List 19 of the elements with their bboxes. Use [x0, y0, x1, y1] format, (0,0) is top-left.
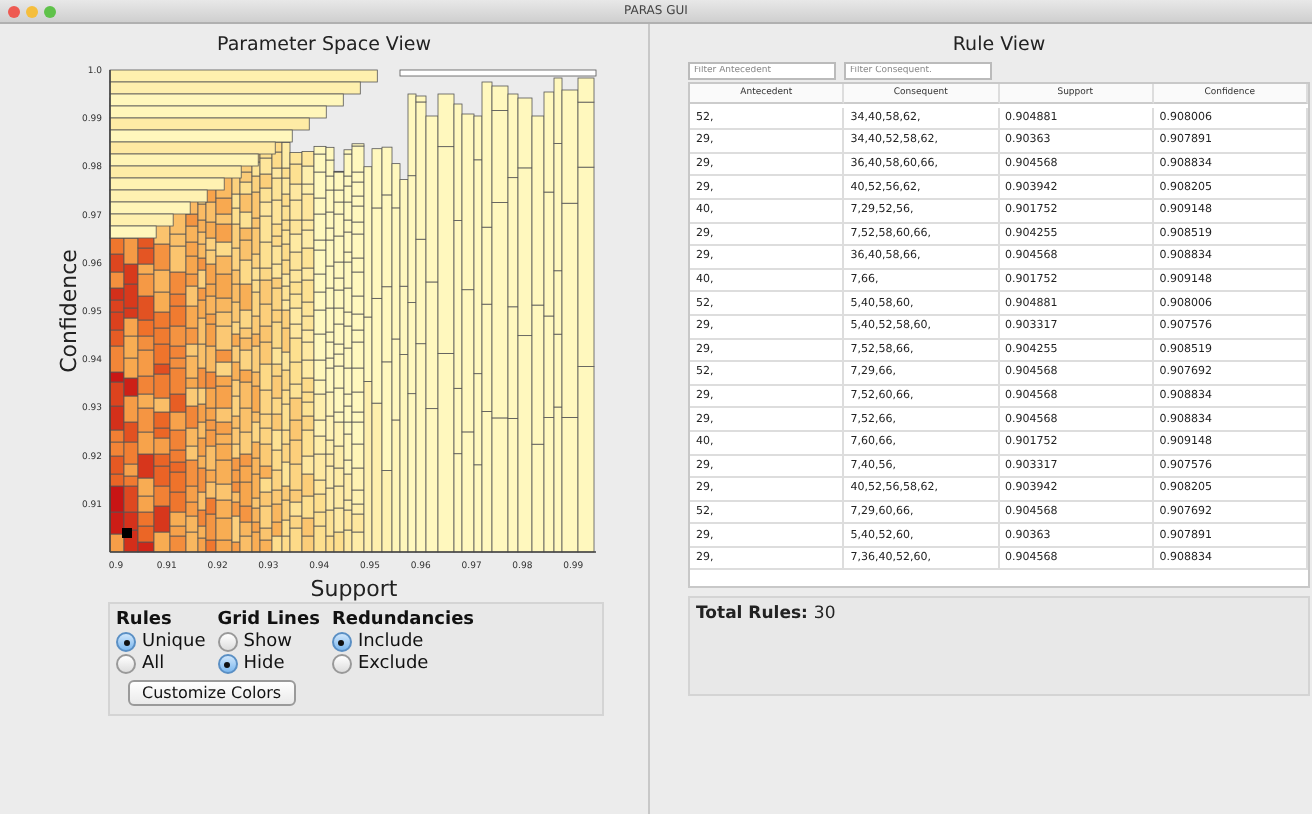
axis-label: Support: [310, 576, 398, 602]
radio-option[interactable]: Unique: [116, 632, 206, 652]
group-title: Redundancies: [331, 610, 475, 630]
zoom-button[interactable]: [44, 5, 56, 17]
radio-option[interactable]: Show: [217, 632, 320, 652]
radio-option[interactable]: Exclude: [331, 654, 475, 674]
close-button[interactable]: [8, 5, 20, 17]
group-title: Rules: [116, 610, 174, 630]
panel-title: Parameter Space View: [217, 34, 431, 56]
radio-option[interactable]: All: [116, 654, 206, 674]
panel-title: Rule View: [952, 34, 1046, 56]
customize-colors-button[interactable]: Customize Colors: [128, 680, 296, 706]
total-value: 30: [813, 604, 836, 624]
total-label: Total Rules:: [696, 604, 808, 624]
radio-option[interactable]: Hide: [217, 654, 320, 674]
group-title: Grid Lines: [217, 610, 320, 630]
minimize-button[interactable]: [26, 5, 38, 17]
axis-label: Confidence: [56, 249, 82, 373]
radio-option[interactable]: Include: [331, 632, 475, 652]
